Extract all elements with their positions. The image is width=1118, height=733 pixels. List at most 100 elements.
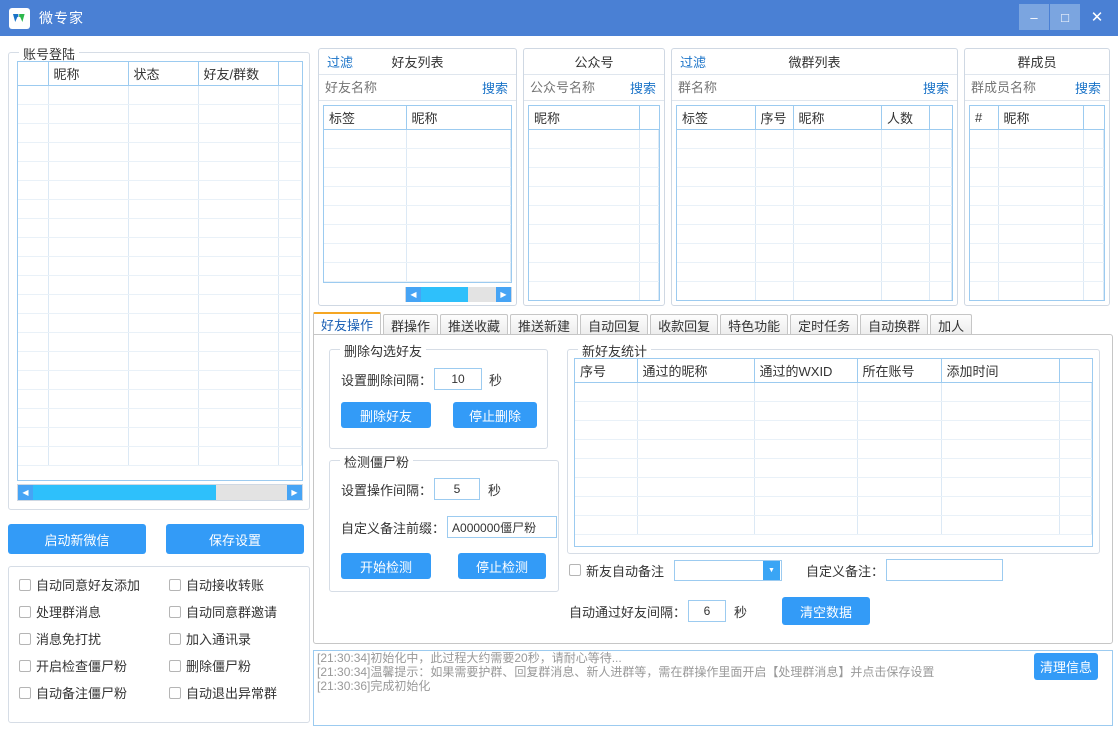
list-item[interactable] xyxy=(324,129,511,149)
checkbox-box-icon[interactable] xyxy=(19,578,31,591)
checkbox-auto-remark-zombie[interactable]: 自动备注僵尸粉 xyxy=(19,683,169,702)
table-row[interactable] xyxy=(18,294,302,314)
table-row[interactable] xyxy=(18,427,302,447)
list-item[interactable] xyxy=(970,129,1104,149)
table-row[interactable] xyxy=(18,180,302,200)
friend-col-nickname[interactable]: 昵称 xyxy=(405,106,511,130)
group-col-extra[interactable] xyxy=(929,106,952,130)
list-item[interactable] xyxy=(677,262,952,282)
log-panel[interactable]: [21:30:34]初始化中，此过程大约需要20秒，请耐心等待... [21:3… xyxy=(313,650,1113,726)
list-item[interactable] xyxy=(324,243,511,263)
tab-payment-reply[interactable]: 收款回复 xyxy=(650,314,719,335)
public-account-table[interactable]: 昵称 xyxy=(528,105,660,301)
member-search-input[interactable] xyxy=(971,80,1051,95)
checkbox-box-icon[interactable] xyxy=(569,564,581,576)
list-item[interactable] xyxy=(324,167,511,187)
scroll-right-icon[interactable]: ▶ xyxy=(496,287,511,302)
list-item[interactable] xyxy=(324,205,511,225)
list-item[interactable] xyxy=(529,129,659,149)
public-col-nickname[interactable]: 昵称 xyxy=(529,106,640,130)
delete-friend-button[interactable]: 删除好友 xyxy=(341,402,431,428)
list-item[interactable] xyxy=(529,301,659,302)
custom-remark-input[interactable] xyxy=(886,559,1004,581)
table-row[interactable] xyxy=(18,275,302,295)
account-col-nickname[interactable]: 昵称 xyxy=(47,62,129,86)
tab-auto-switch-group[interactable]: 自动换群 xyxy=(860,314,929,335)
checkbox-box-icon[interactable] xyxy=(169,632,181,645)
tab-push-favorites[interactable]: 推送收藏 xyxy=(440,314,509,335)
friend-search-input[interactable] xyxy=(325,80,435,95)
scroll-right-icon[interactable]: ▶ xyxy=(287,485,302,500)
table-row[interactable] xyxy=(18,142,302,162)
member-col-nickname[interactable]: 昵称 xyxy=(997,106,1084,130)
start-detect-button[interactable]: 开始检测 xyxy=(341,553,431,579)
checkbox-new-friend-auto-remark[interactable]: 新友自动备注 xyxy=(569,561,664,580)
list-item[interactable] xyxy=(677,186,952,206)
zombie-interval-input[interactable] xyxy=(434,478,481,500)
list-item[interactable] xyxy=(324,148,511,168)
table-row[interactable] xyxy=(18,104,302,124)
stats-col-extra[interactable] xyxy=(1058,359,1092,383)
minimize-icon[interactable]: – xyxy=(1019,4,1049,30)
list-item[interactable] xyxy=(529,186,659,206)
chevron-down-icon[interactable]: ▼ xyxy=(763,560,781,580)
table-row[interactable] xyxy=(575,420,1092,440)
list-item[interactable] xyxy=(324,262,511,282)
list-item[interactable] xyxy=(677,205,952,225)
maximize-icon[interactable]: □ xyxy=(1050,4,1080,30)
account-table[interactable]: 昵称 状态 好友/群数 xyxy=(17,61,303,481)
table-row[interactable] xyxy=(18,237,302,257)
checkbox-auto-exit-abnormal-group[interactable]: 自动退出异常群 xyxy=(169,683,305,702)
group-col-nickname[interactable]: 昵称 xyxy=(792,106,882,130)
checkbox-box-icon[interactable] xyxy=(19,686,31,699)
list-item[interactable] xyxy=(970,224,1104,244)
list-item[interactable] xyxy=(677,129,952,149)
stats-col-account[interactable]: 所在账号 xyxy=(856,359,942,383)
checkbox-box-icon[interactable] xyxy=(169,686,181,699)
tab-friend-operations[interactable]: 好友操作 xyxy=(313,312,382,335)
checkbox-auto-receive-transfer[interactable]: 自动接收转账 xyxy=(169,575,305,594)
scroll-track[interactable] xyxy=(421,287,496,302)
close-icon[interactable]: ✕ xyxy=(1082,4,1112,30)
list-item[interactable] xyxy=(970,205,1104,225)
table-row[interactable] xyxy=(18,123,302,143)
checkbox-add-to-contacts[interactable]: 加入通讯录 xyxy=(169,629,305,648)
list-item[interactable] xyxy=(529,262,659,282)
list-item[interactable] xyxy=(970,148,1104,168)
table-row[interactable] xyxy=(18,256,302,276)
table-row[interactable] xyxy=(575,477,1092,497)
scroll-thumb[interactable] xyxy=(33,485,216,500)
checkbox-message-do-not-disturb[interactable]: 消息免打扰 xyxy=(19,629,169,648)
delete-interval-input[interactable] xyxy=(434,368,483,390)
group-col-member-count[interactable]: 人数 xyxy=(881,106,930,130)
checkbox-auto-accept-group-invite[interactable]: 自动同意群邀请 xyxy=(169,602,305,621)
group-member-table[interactable]: # 昵称 xyxy=(969,105,1105,301)
list-item[interactable] xyxy=(324,281,511,282)
group-search-button[interactable]: 搜索 xyxy=(923,78,949,97)
list-item[interactable] xyxy=(677,281,952,300)
public-col-extra[interactable] xyxy=(639,106,659,130)
tab-push-new[interactable]: 推送新建 xyxy=(510,314,579,335)
stop-detect-button[interactable]: 停止检测 xyxy=(458,553,546,579)
group-list-table[interactable]: 标签 序号 昵称 人数 xyxy=(676,105,953,301)
scroll-track[interactable] xyxy=(33,485,287,500)
list-item[interactable] xyxy=(529,281,659,300)
checkbox-enable-zombie-check[interactable]: 开启检查僵尸粉 xyxy=(19,656,169,675)
zombie-prefix-input[interactable] xyxy=(447,516,558,538)
member-col-extra[interactable] xyxy=(1083,106,1104,130)
tab-scheduled-tasks[interactable]: 定时任务 xyxy=(790,314,859,335)
friend-col-tag[interactable]: 标签 xyxy=(324,106,407,130)
pass-interval-input[interactable] xyxy=(688,600,727,622)
list-item[interactable] xyxy=(970,186,1104,206)
group-col-index[interactable]: 序号 xyxy=(754,106,794,130)
list-item[interactable] xyxy=(529,243,659,263)
stats-col-passed-wxid[interactable]: 通过的WXID xyxy=(753,359,858,383)
table-row[interactable] xyxy=(575,401,1092,421)
checkbox-auto-accept-friend[interactable]: 自动同意好友添加 xyxy=(19,575,169,594)
tab-special-features[interactable]: 特色功能 xyxy=(720,314,789,335)
table-row[interactable] xyxy=(18,389,302,409)
list-item[interactable] xyxy=(970,262,1104,282)
friend-list-hscrollbar[interactable]: ◀ ▶ xyxy=(405,287,512,302)
account-col-status[interactable]: 状态 xyxy=(127,62,199,86)
stop-delete-button[interactable]: 停止删除 xyxy=(453,402,537,428)
